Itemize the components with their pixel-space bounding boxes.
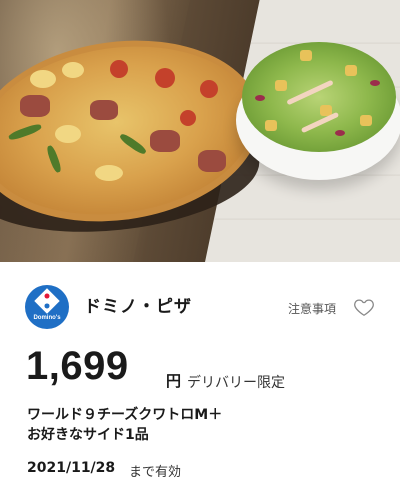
pizza-topping (62, 62, 84, 78)
salad-crouton (275, 80, 287, 91)
price-currency: 円 (166, 372, 182, 390)
salad-onion (255, 95, 265, 101)
pizza-topping (180, 110, 196, 126)
salad-crouton (345, 65, 357, 76)
brand-name: ドミノ・ピザ (84, 297, 192, 317)
pizza-topping (30, 70, 56, 88)
dominos-logo: Domino's (25, 285, 69, 329)
pizza-topping (198, 150, 226, 172)
pizza-topping (20, 95, 50, 117)
pizza-topping (55, 125, 81, 143)
dominos-tile-icon (34, 287, 60, 314)
pizza-topping (150, 130, 180, 152)
coupon-hero-image (0, 0, 400, 262)
salad-onion (370, 80, 380, 86)
price-amount: 1,699 (26, 344, 129, 388)
price-note: デリバリー限定 (187, 375, 285, 391)
salad-crouton (265, 120, 277, 131)
notes-link[interactable]: 注意事項 (288, 300, 336, 317)
heart-outline-icon[interactable] (353, 296, 375, 318)
pizza-topping (155, 68, 175, 88)
salad-image (242, 42, 396, 152)
offer-title-line1: ワールド９チーズクワトロM＋ (27, 407, 223, 423)
offer-title-line2: お好きなサイド1品 (27, 427, 149, 443)
expiry-date: 2021/11/28 (27, 460, 116, 476)
logo-text: Domino's (33, 314, 61, 321)
expiry-suffix: まで有効 (129, 465, 182, 480)
salad-crouton (360, 115, 372, 126)
salad-crouton (300, 50, 312, 61)
salad-onion (335, 130, 345, 136)
pizza-topping (110, 60, 128, 78)
pizza-topping (95, 165, 123, 181)
pizza-topping (90, 100, 118, 120)
pizza-topping (200, 80, 218, 98)
